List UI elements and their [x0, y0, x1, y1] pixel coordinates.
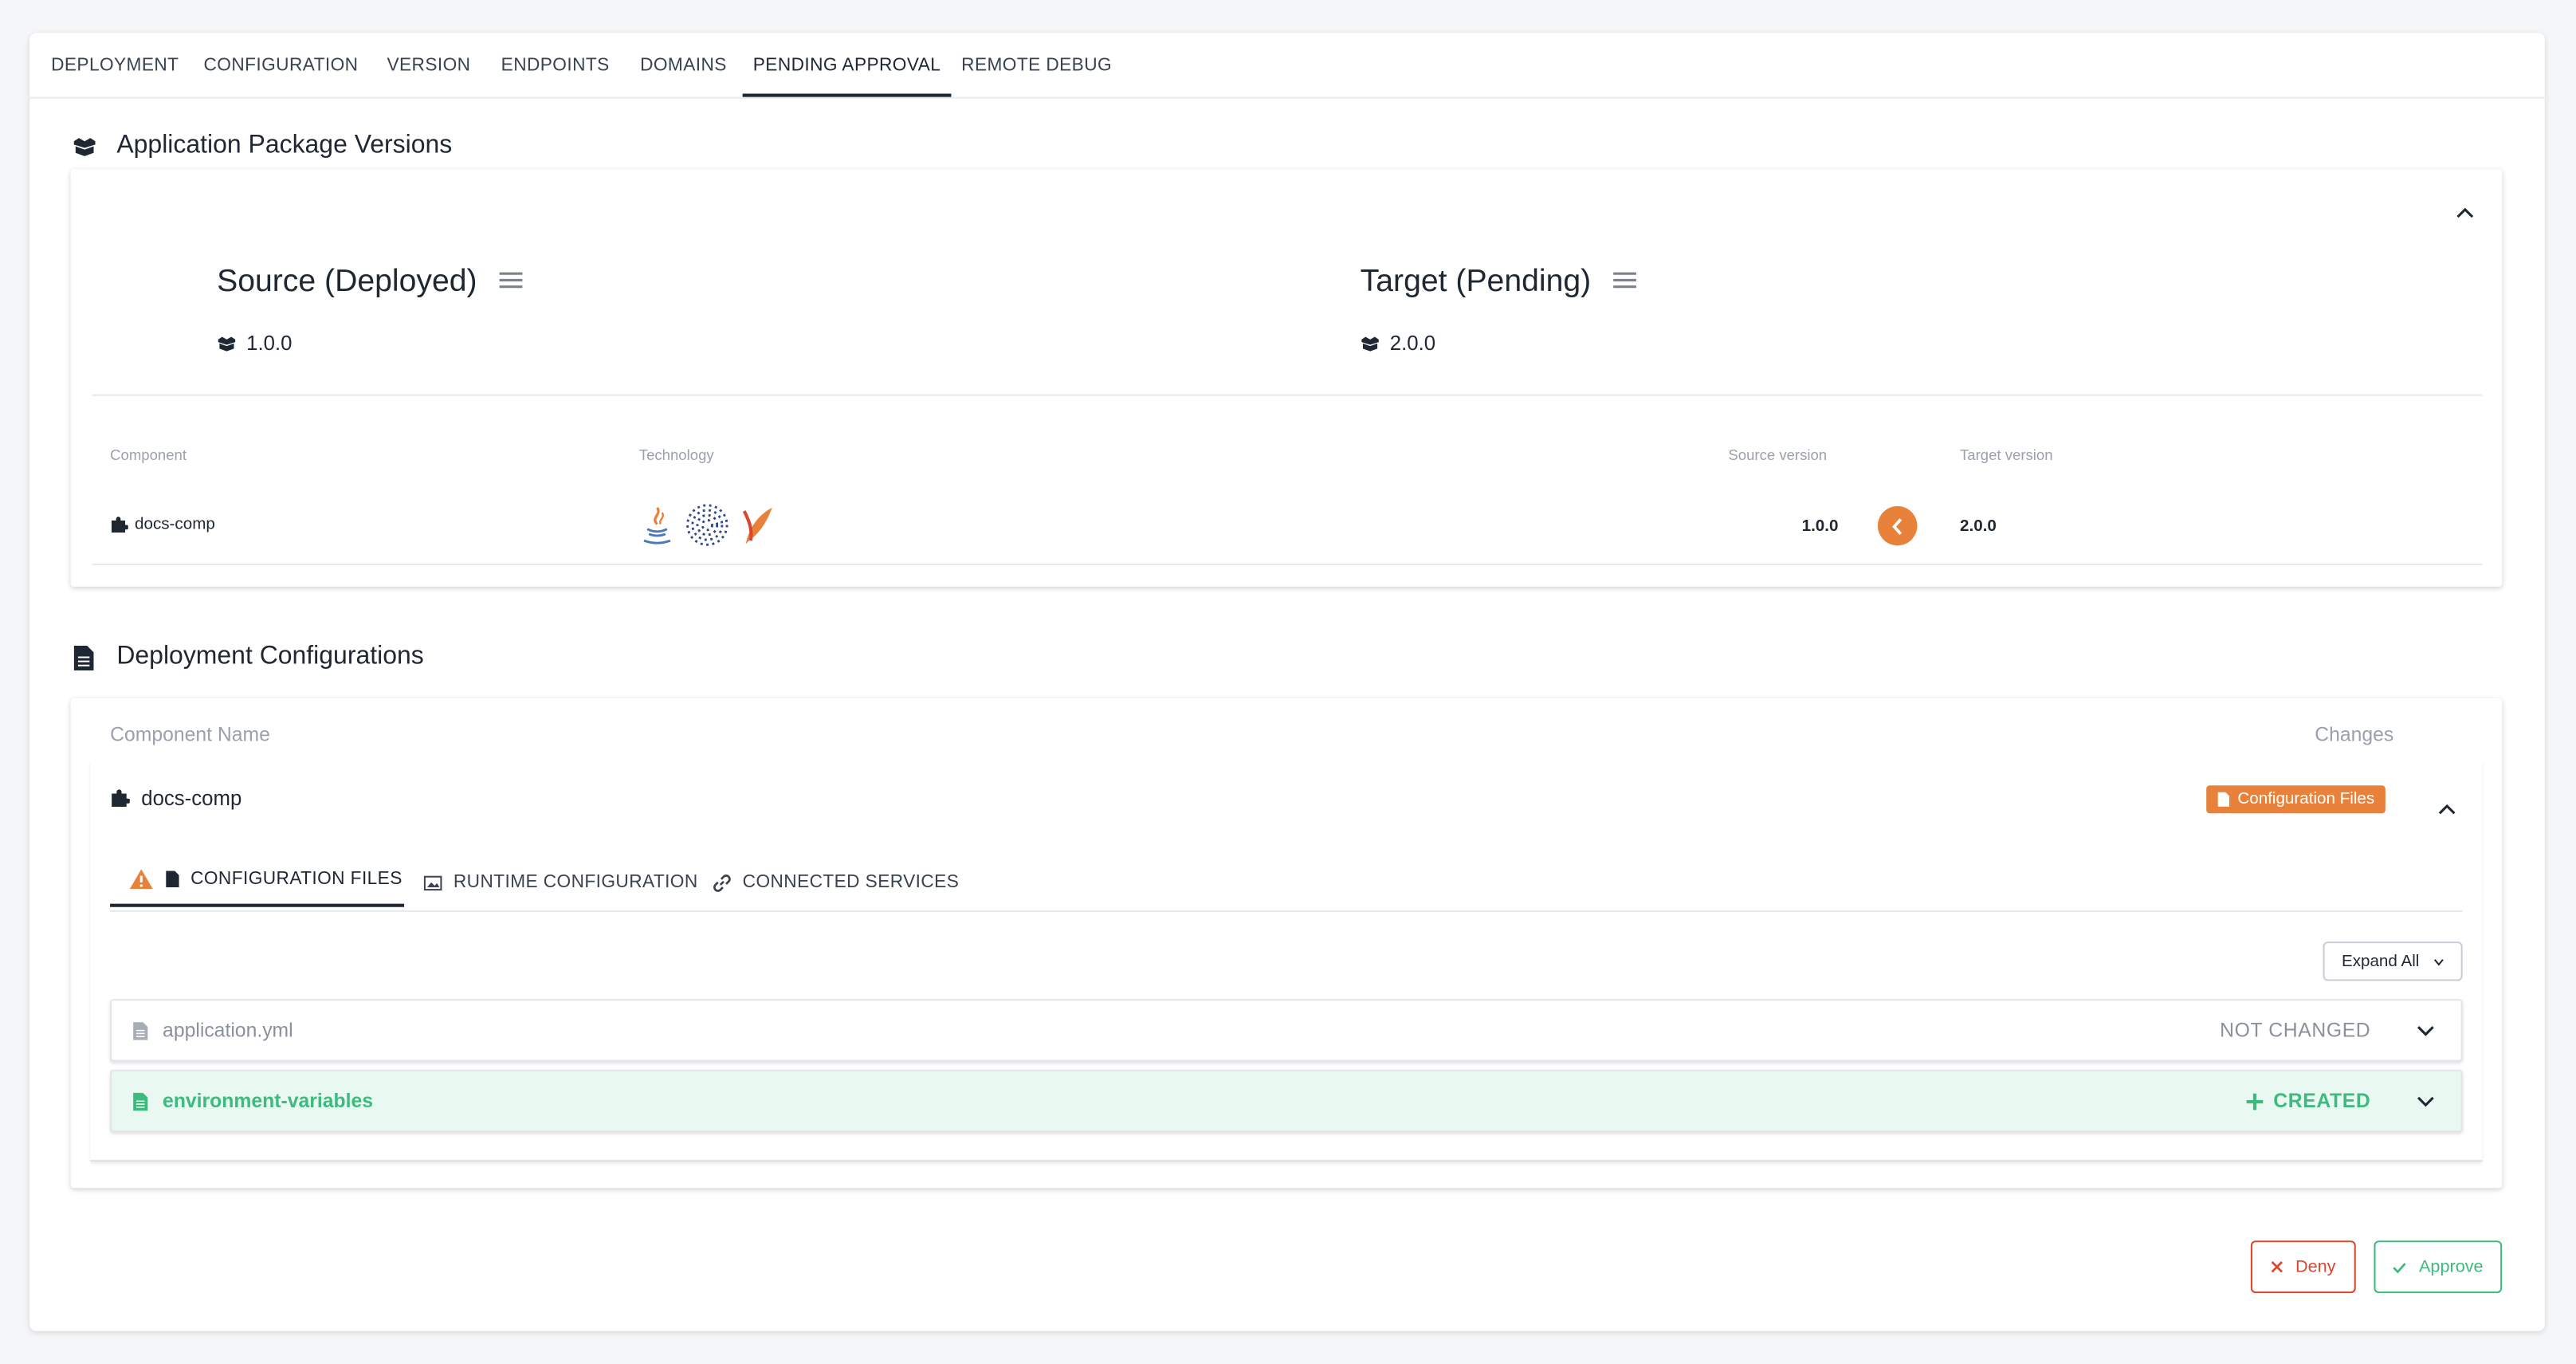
approve-button[interactable]: Approve: [2374, 1240, 2503, 1294]
technology-icons: [639, 503, 776, 556]
tab-endpoints[interactable]: ENDPOINTS: [496, 33, 614, 96]
tab-pending-approval[interactable]: PENDING APPROVAL: [742, 33, 952, 97]
deny-label: Deny: [2295, 1256, 2336, 1277]
subtab-runtime-configuration[interactable]: RUNTIME CONFIGURATION: [423, 855, 698, 910]
apache-feather-icon: [740, 504, 776, 555]
file-status-label: CREATED: [2273, 1089, 2371, 1113]
tab-domains[interactable]: DOMAINS: [627, 33, 739, 96]
target-version-value: 2.0.0: [1389, 332, 1436, 356]
tab-version[interactable]: VERSION: [375, 33, 483, 96]
file-icon: [133, 1091, 148, 1110]
deny-button[interactable]: Deny: [2250, 1240, 2356, 1294]
target-menu-icon[interactable]: [1614, 268, 1637, 297]
component-subtabs: CONFIGURATION FILES RUNTIME CONFIGURATIO…: [110, 855, 2463, 912]
java-icon: [639, 504, 675, 555]
file-icon: [166, 871, 179, 888]
file-name: application.yml: [163, 1018, 293, 1042]
source-version-value: 1.0.0: [246, 332, 293, 356]
file-status: NOT CHANGED: [2220, 1018, 2371, 1042]
plus-icon: [2245, 1092, 2264, 1110]
check-icon: [2393, 1261, 2408, 1273]
approve-label: Approve: [2418, 1256, 2484, 1277]
source-version: 1.0.0: [217, 332, 293, 356]
configuration-files-badge: Configuration Files: [2206, 785, 2386, 814]
tab-remote-debug[interactable]: REMOTE DEBUG: [960, 33, 1114, 96]
col-source-version: Source version: [1728, 446, 1828, 464]
component-name: docs-comp: [135, 516, 215, 534]
col-component-name: Component Name: [110, 722, 270, 746]
tab-configuration[interactable]: CONFIGURATION: [200, 33, 361, 96]
component-header[interactable]: docs-comp: [110, 787, 242, 810]
subtab-label: RUNTIME CONFIGURATION: [453, 872, 698, 893]
col-changes: Changes: [2315, 722, 2394, 746]
target-version: 2.0.0: [1361, 332, 1435, 355]
col-component: Component: [110, 446, 187, 464]
link-icon: [713, 874, 732, 892]
target-version-cell: 2.0.0: [1960, 517, 1997, 536]
runtime-image-icon: [423, 875, 442, 890]
table-row-component: docs-comp: [110, 516, 215, 534]
chevron-down-icon: [2433, 957, 2444, 965]
target-header: Target (Pending): [1361, 265, 1637, 301]
file-row-environment-variables[interactable]: environment-variables CREATED: [110, 1069, 2463, 1133]
source-menu-icon[interactable]: [500, 268, 524, 297]
expand-all-button[interactable]: Expand All: [2323, 941, 2463, 981]
badge-label: Configuration Files: [2237, 790, 2375, 809]
divider: [92, 394, 2483, 396]
expand-all-label: Expand All: [2341, 952, 2420, 971]
file-status: CREATED: [2245, 1089, 2371, 1113]
puzzle-icon: [110, 788, 130, 808]
file-name: environment-variables: [163, 1089, 373, 1113]
top-tabs: DEPLOYMENT CONFIGURATION VERSION ENDPOIN…: [29, 33, 2545, 99]
package-versions-title: Application Package Versions: [116, 131, 453, 159]
page: DEPLOYMENT CONFIGURATION VERSION ENDPOIN…: [0, 0, 2576, 1364]
source-version-cell: 1.0.0: [1801, 517, 1839, 536]
subtab-label: CONFIGURATION FILES: [190, 869, 402, 890]
chevron-left-icon: [1891, 517, 1903, 535]
package-versions-heading: Application Package Versions: [71, 132, 453, 161]
file-icon: [2217, 792, 2230, 807]
close-icon: [2271, 1260, 2283, 1273]
file-row-application-yml[interactable]: application.yml NOT CHANGED: [110, 999, 2463, 1062]
deployment-configs-heading: Deployment Configurations: [71, 643, 424, 672]
chevron-down-icon[interactable]: [2417, 1024, 2435, 1036]
package-icon: [1361, 335, 1380, 352]
col-target-version: Target version: [1960, 446, 2053, 464]
component-name: docs-comp: [141, 787, 242, 811]
puzzle-icon: [110, 516, 128, 534]
deployment-configs-title: Deployment Configurations: [116, 642, 424, 670]
boxes-icon: [71, 133, 97, 159]
target-title: Target (Pending): [1360, 264, 1592, 300]
main-card: DEPLOYMENT CONFIGURATION VERSION ENDPOIN…: [29, 33, 2545, 1331]
deployment-configs-panel: Component Name Changes docs-comp Configu…: [70, 698, 2503, 1189]
tab-deployment[interactable]: DEPLOYMENT: [43, 33, 187, 96]
rollback-arrow-button[interactable]: [1877, 505, 1918, 546]
warning-icon: [129, 869, 153, 890]
file-icon: [71, 644, 97, 670]
col-technology: Technology: [638, 446, 714, 464]
file-icon: [133, 1021, 148, 1040]
divider: [92, 563, 2483, 566]
package-versions-panel: Source (Deployed) 1.0.0 Target (Pending)…: [70, 169, 2503, 587]
subtab-label: CONNECTED SERVICES: [742, 872, 960, 893]
subtab-connected-services[interactable]: CONNECTED SERVICES: [713, 855, 960, 910]
collapse-chevron-up-icon[interactable]: [2438, 794, 2456, 824]
source-header: Source (Deployed): [217, 264, 524, 301]
source-title: Source (Deployed): [217, 264, 477, 300]
package-icon: [217, 335, 237, 352]
spring-dots-icon: [685, 503, 730, 556]
chevron-down-icon[interactable]: [2417, 1095, 2435, 1107]
subtab-configuration-files[interactable]: CONFIGURATION FILES: [110, 855, 405, 907]
collapse-chevron-up-icon[interactable]: [2456, 197, 2474, 226]
